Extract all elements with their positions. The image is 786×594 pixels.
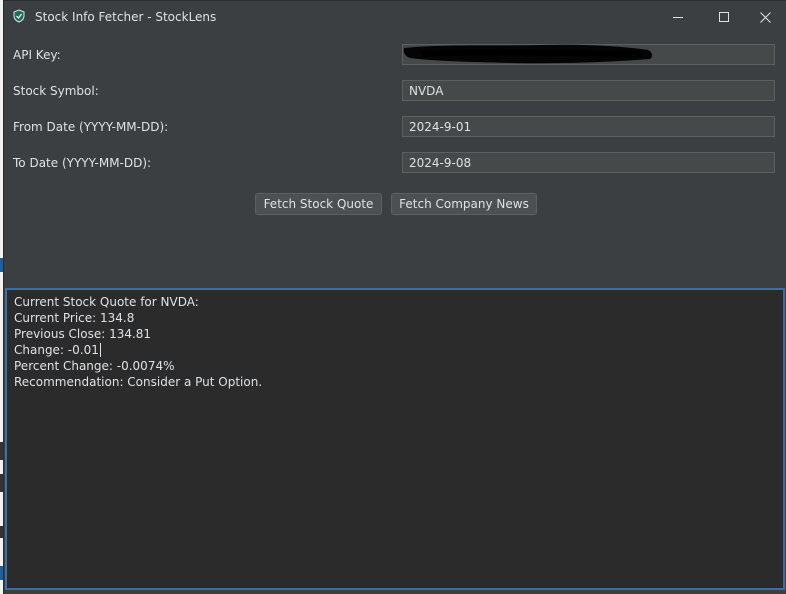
stock-symbol-field[interactable] [402,80,775,101]
from-date-label: From Date (YYYY-MM-DD): [13,120,169,134]
shield-icon [12,9,26,23]
title-bar[interactable]: Stock Info Fetcher - StockLens [4,1,786,33]
fetch-company-news-button[interactable]: Fetch Company News [391,193,537,215]
redaction-scribble [403,44,653,64]
minimize-icon [673,12,683,22]
output-line: Percent Change: -0.0074% [14,359,175,373]
text-caret [99,343,101,357]
output-text-area[interactable]: Current Stock Quote for NVDA: Current Pr… [5,288,785,590]
minimize-button[interactable] [655,1,701,33]
app-window: Stock Info Fetcher - StockLens API Key: … [3,0,786,594]
output-line: Previous Close: 134.81 [14,327,152,341]
to-date-label: To Date (YYYY-MM-DD): [13,156,152,170]
from-date-field[interactable] [402,116,775,137]
close-button[interactable] [742,1,786,33]
to-date-field[interactable] [402,152,775,173]
window-title: Stock Info Fetcher - StockLens [35,10,217,24]
fetch-stock-quote-button[interactable]: Fetch Stock Quote [255,193,382,215]
output-line: Current Price: 134.8 [14,311,135,325]
maximize-button[interactable] [701,1,747,33]
api-key-label: API Key: [13,48,61,62]
close-icon [759,11,771,23]
maximize-icon [719,12,729,22]
output-line: Change: -0.01 [14,343,99,357]
output-line: Recommendation: Consider a Put Option. [14,375,263,389]
stock-symbol-label: Stock Symbol: [13,84,99,98]
output-line: Current Stock Quote for NVDA: [14,295,199,309]
output-line-with-caret: Change: -0.01 [14,342,776,358]
